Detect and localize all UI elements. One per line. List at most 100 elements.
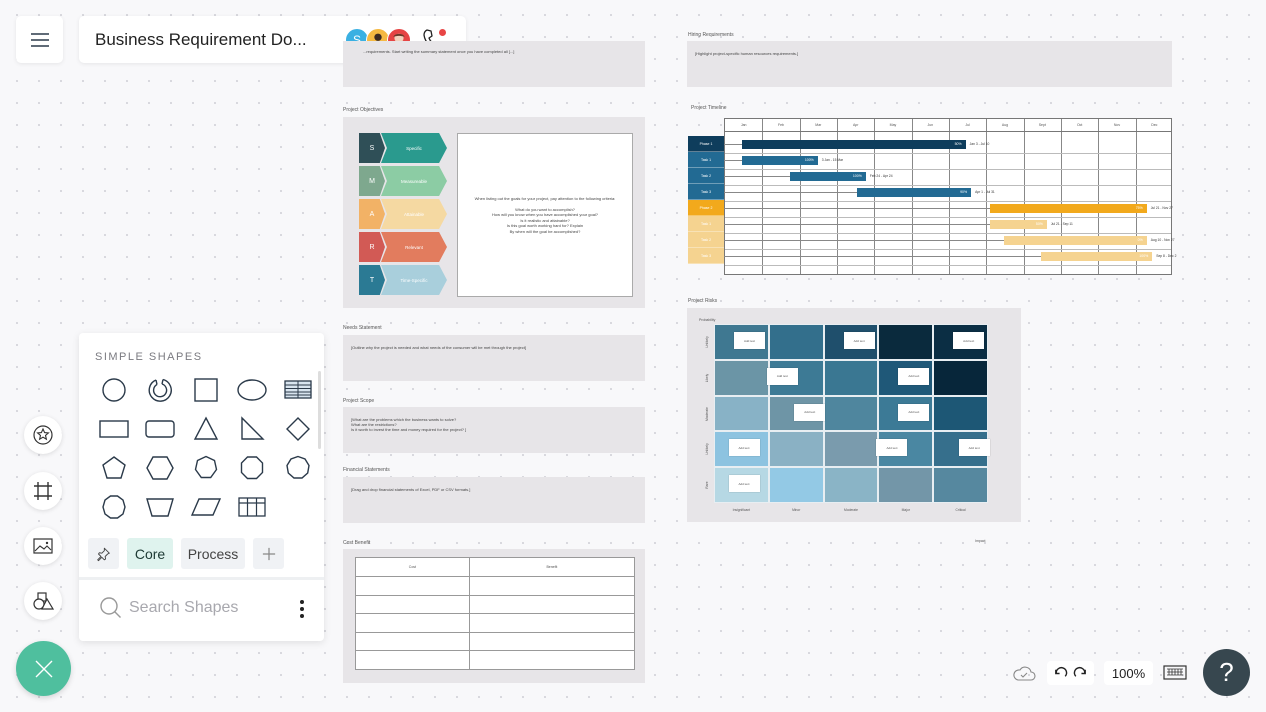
table-cell[interactable]: [355, 594, 470, 615]
shape-trapezoid[interactable]: [137, 487, 183, 526]
gantt-task-label[interactable]: Phase 1: [688, 136, 724, 152]
summary-section[interactable]: ...requirements. Start writing the summa…: [343, 41, 645, 87]
risk-note[interactable]: Add text: [734, 332, 765, 349]
risk-cell[interactable]: [823, 395, 879, 432]
table-cell[interactable]: [468, 650, 636, 670]
shape-square[interactable]: [183, 370, 229, 409]
shape-circle[interactable]: [91, 370, 137, 409]
add-library-button[interactable]: [253, 538, 284, 569]
cost-benefit-section[interactable]: Cost Benefit: [343, 549, 645, 683]
shape-triangle[interactable]: [183, 409, 229, 448]
table-cell[interactable]: [355, 613, 470, 633]
table-cell[interactable]: [468, 576, 636, 596]
smart-item[interactable]: S Specific: [359, 133, 447, 163]
risk-note[interactable]: Add text: [898, 403, 930, 421]
gantt-bar[interactable]: 75%: [989, 203, 1147, 213]
keyboard-shortcuts-button[interactable]: [1163, 665, 1187, 681]
shapes-button[interactable]: [24, 582, 62, 620]
shape-diamond[interactable]: [275, 409, 321, 448]
risk-note[interactable]: Add text: [794, 403, 826, 421]
shape-hexagon[interactable]: [137, 448, 183, 487]
risk-cell[interactable]: [768, 324, 824, 360]
scope-section[interactable]: [What are the problems which the busines…: [343, 407, 645, 453]
shape-pentagon[interactable]: [91, 448, 137, 487]
shape-right-triangle[interactable]: [229, 409, 275, 448]
risk-note[interactable]: Add text: [728, 475, 760, 493]
shape-rounded-rectangle[interactable]: [137, 409, 183, 448]
gantt-bar[interactable]: 0%: [1004, 235, 1147, 245]
gantt-task-label[interactable]: Task 3: [688, 184, 724, 200]
risk-cell[interactable]: [768, 431, 824, 468]
shape-ellipse[interactable]: [229, 370, 275, 409]
risk-cell[interactable]: [823, 431, 879, 468]
risk-cell[interactable]: [768, 467, 824, 503]
shape-search[interactable]: Search Shapes: [99, 596, 238, 620]
smart-item[interactable]: A Attainable: [359, 199, 447, 229]
risk-note[interactable]: Add text: [876, 439, 908, 457]
shape-rectangle[interactable]: [91, 409, 137, 448]
risk-note[interactable]: Add text: [898, 367, 930, 385]
needs-section[interactable]: [Outline why the project is needed and w…: [343, 335, 645, 381]
risk-cell[interactable]: [823, 467, 879, 503]
gantt-bar[interactable]: 100%: [790, 171, 866, 181]
gantt-task-label[interactable]: Task 1: [688, 216, 724, 232]
shape-table[interactable]: [275, 370, 321, 409]
smart-item[interactable]: T Time-Specific: [359, 265, 447, 295]
tab-core[interactable]: Core: [127, 538, 173, 569]
smart-item[interactable]: M Measureable: [359, 166, 447, 196]
risk-note[interactable]: Add text: [953, 332, 985, 349]
shape-decagon[interactable]: [91, 487, 137, 526]
shape-parallelogram[interactable]: [183, 487, 229, 526]
close-panel-button[interactable]: [16, 641, 71, 696]
gantt-task-label[interactable]: Task 2: [688, 168, 724, 184]
image-button[interactable]: [24, 527, 62, 565]
redo-icon[interactable]: [1073, 666, 1088, 681]
gantt-bar[interactable]: 100%: [1041, 251, 1153, 261]
hiring-section[interactable]: [Highlight project-specific human resour…: [687, 41, 1172, 87]
more-options-button[interactable]: [300, 600, 304, 621]
shape-heptagon[interactable]: [183, 448, 229, 487]
table-cell[interactable]: [468, 613, 636, 633]
shape-nonagon[interactable]: [275, 448, 321, 487]
document-title[interactable]: Business Requirement Do...: [95, 30, 345, 50]
shape-grid[interactable]: [229, 487, 275, 526]
frame-button[interactable]: [24, 472, 62, 510]
gantt-task-label[interactable]: Task 2: [688, 232, 724, 248]
table-header[interactable]: Cost: [355, 557, 470, 577]
risk-cell[interactable]: [933, 467, 988, 503]
gantt-bar[interactable]: 90%: [856, 187, 972, 197]
shape-octagon[interactable]: [229, 448, 275, 487]
tab-pinned[interactable]: [88, 538, 119, 569]
table-cell[interactable]: [468, 594, 636, 615]
risk-note[interactable]: Add text: [728, 439, 760, 457]
table-cell[interactable]: [355, 650, 470, 670]
stickers-button[interactable]: [24, 416, 62, 454]
risk-matrix-section[interactable]: Probability Impact Unlikely Likely Moderat…: [687, 308, 1021, 543]
gantt-bar[interactable]: 100%: [742, 155, 818, 165]
panel-scrollbar[interactable]: [318, 371, 321, 449]
risk-cell[interactable]: [823, 359, 879, 396]
financial-section[interactable]: [Drag and drop financial statements of E…: [343, 477, 645, 523]
risk-cell[interactable]: [878, 324, 934, 360]
risk-cell[interactable]: [714, 359, 769, 396]
undo-icon[interactable]: [1053, 666, 1068, 681]
table-header[interactable]: Benefit: [468, 557, 636, 577]
tab-process[interactable]: Process: [181, 538, 245, 569]
gantt-bar[interactable]: 50%: [989, 219, 1047, 229]
risk-cell[interactable]: [714, 395, 769, 432]
gantt-bar[interactable]: 50%: [742, 139, 966, 149]
gantt-task-label[interactable]: Phase 2: [688, 200, 724, 216]
search-input[interactable]: Search Shapes: [129, 599, 238, 617]
risk-cell[interactable]: [933, 395, 988, 432]
risk-cell[interactable]: [878, 467, 934, 503]
objectives-section[interactable]: When listing out the goals for your proj…: [343, 117, 645, 308]
smart-item[interactable]: R Relevant: [359, 232, 447, 262]
risk-note[interactable]: Add text: [766, 367, 798, 385]
table-cell[interactable]: [468, 631, 636, 652]
main-menu-button[interactable]: [16, 16, 63, 63]
risk-note[interactable]: Add text: [843, 332, 875, 349]
table-cell[interactable]: [355, 631, 470, 652]
zoom-level[interactable]: 100%: [1104, 661, 1153, 685]
risk-cell[interactable]: [933, 359, 988, 396]
risk-note[interactable]: Add text: [958, 439, 990, 457]
